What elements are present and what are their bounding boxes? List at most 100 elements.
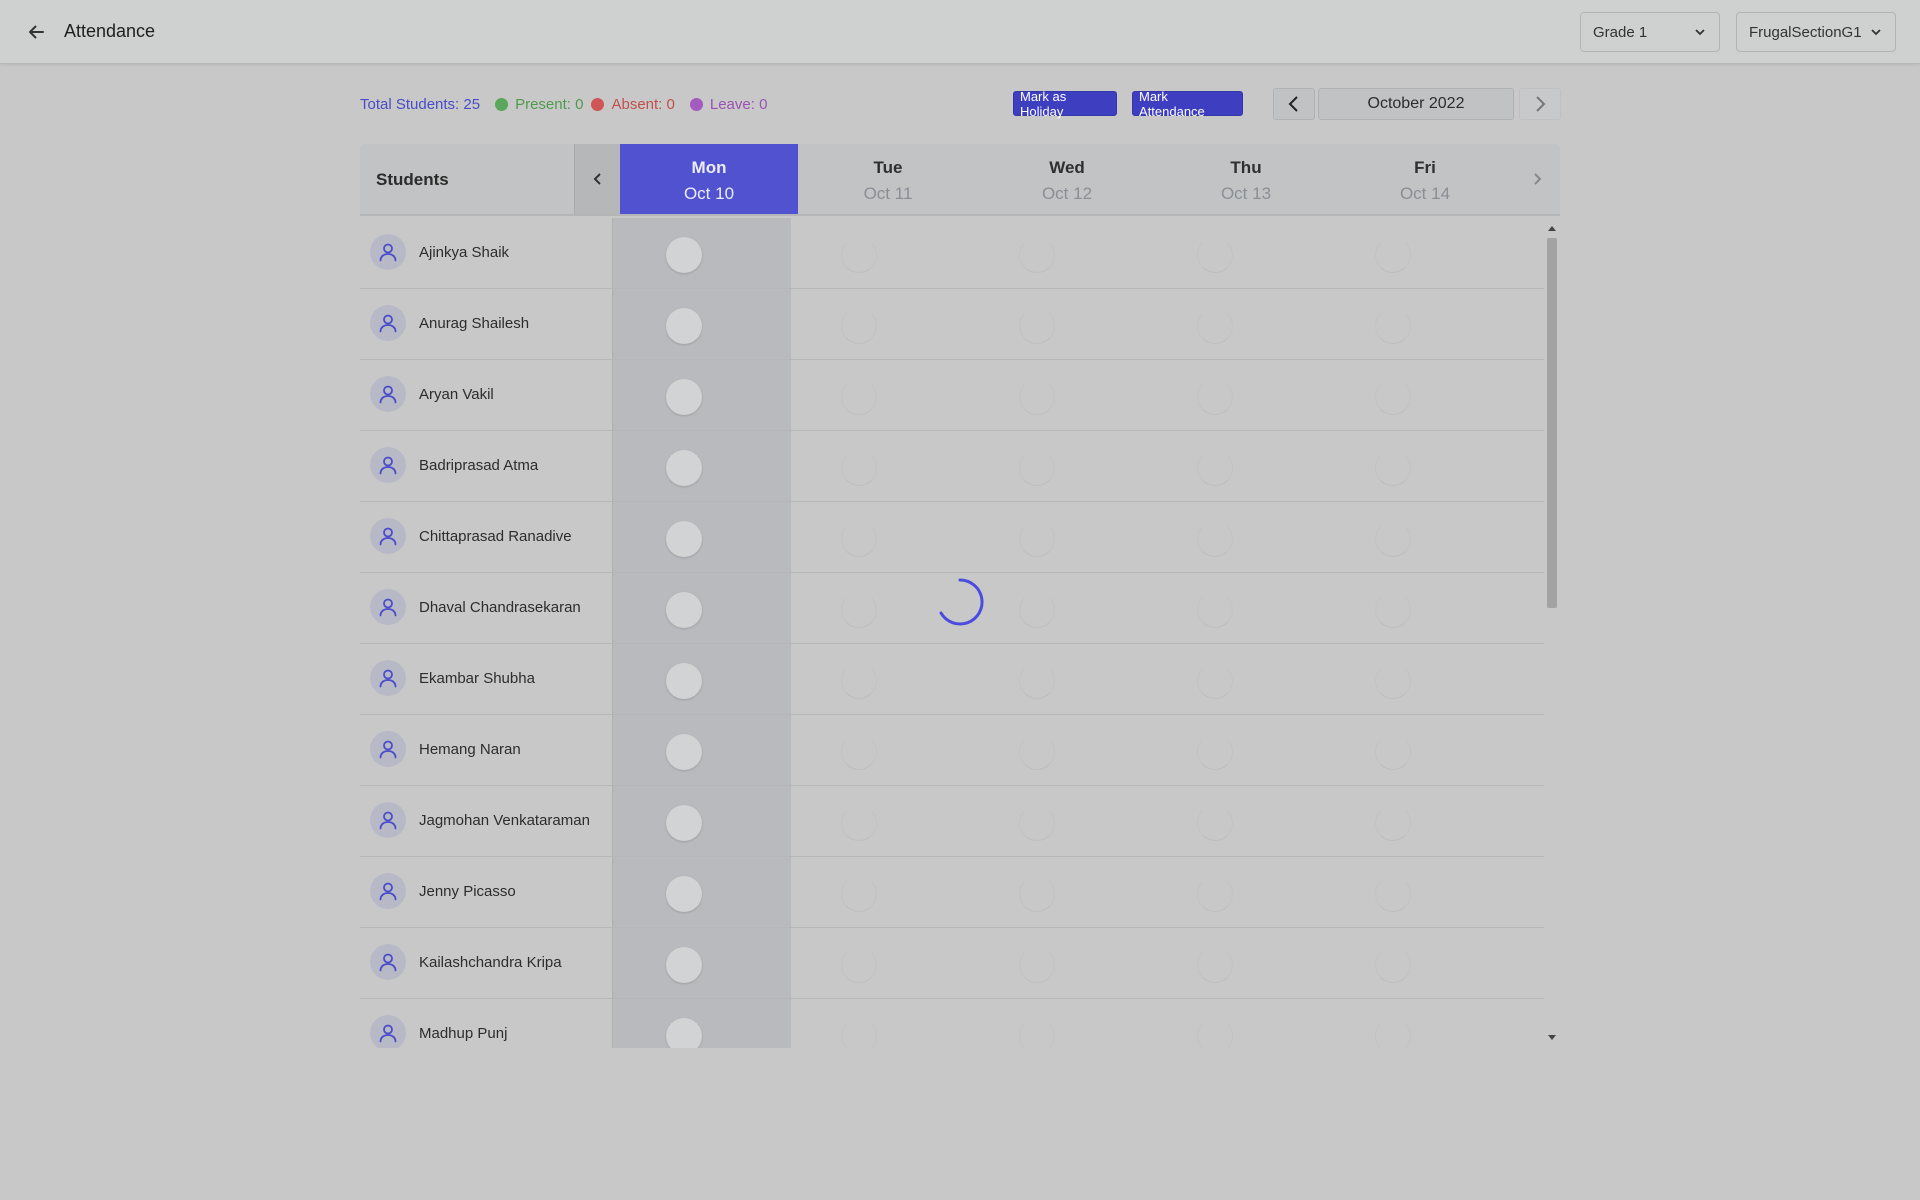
attendance-toggle-thu[interactable] [1197,805,1233,841]
grade-select[interactable]: Grade 1 [1580,12,1720,52]
attendance-toggle-mon[interactable] [666,805,702,841]
attendance-toggle-wed[interactable] [1019,947,1055,983]
student-name: Madhup Punj [419,1025,508,1042]
attendance-toggle-fri[interactable] [1375,308,1411,344]
scroll-down-button[interactable] [1546,1032,1558,1044]
student-row: Aryan Vakil [360,360,1544,431]
attendance-toggle-mon[interactable] [666,521,702,557]
attendance-toggle-mon[interactable] [666,876,702,912]
day-header-wed[interactable]: Wed Oct 12 [978,144,1156,214]
attendance-toggle-wed[interactable] [1019,1018,1055,1048]
day-date: Oct 11 [863,184,913,203]
mark-attendance-button[interactable]: Mark Attendance [1132,89,1243,119]
attendance-toggle-fri[interactable] [1375,1018,1411,1048]
student-row: Ekambar Shubha [360,644,1544,715]
attendance-toggle-fri[interactable] [1375,663,1411,699]
present-count: Present: 0 [515,95,584,113]
attendance-toggle-thu[interactable] [1197,1018,1233,1048]
attendance-toggle-fri[interactable] [1375,805,1411,841]
attendance-toggle-tue[interactable] [841,521,877,557]
scrollbar-thumb[interactable] [1547,238,1557,608]
chevron-right-icon [1534,173,1542,185]
attendance-toggle-wed[interactable] [1019,805,1055,841]
attendance-toggle-mon[interactable] [666,308,702,344]
attendance-toggle-fri[interactable] [1375,379,1411,415]
attendance-toggle-tue[interactable] [841,1018,877,1048]
attendance-toggle-wed[interactable] [1019,663,1055,699]
attendance-toggle-tue[interactable] [841,947,877,983]
attendance-toggle-wed[interactable] [1019,450,1055,486]
attendance-toggle-tue[interactable] [841,805,877,841]
attendance-toggle-thu[interactable] [1197,663,1233,699]
student-name: Dhaval Chandrasekaran [419,599,581,616]
scroll-up-button[interactable] [1546,222,1558,234]
attendance-toggle-thu[interactable] [1197,450,1233,486]
student-row: Hemang Naran [360,715,1544,786]
attendance-toggle-tue[interactable] [841,450,877,486]
attendance-toggle-mon[interactable] [666,450,702,486]
attendance-toggle-wed[interactable] [1019,379,1055,415]
attendance-toggle-wed[interactable] [1019,592,1055,628]
attendance-toggle-mon[interactable] [666,379,702,415]
section-select[interactable]: FrugalSectionG1 [1736,12,1896,52]
attendance-toggle-thu[interactable] [1197,592,1233,628]
back-button[interactable] [18,14,54,50]
attendance-toggle-tue[interactable] [841,663,877,699]
attendance-toggle-thu[interactable] [1197,521,1233,557]
day-header-fri[interactable]: Fri Oct 14 [1336,144,1514,214]
attendance-toggle-thu[interactable] [1197,308,1233,344]
attendance-toggle-fri[interactable] [1375,237,1411,273]
attendance-toggle-mon[interactable] [666,663,702,699]
attendance-toggle-tue[interactable] [841,876,877,912]
mark-holiday-button[interactable]: Mark as Holiday [1013,89,1117,119]
attendance-toggle-fri[interactable] [1375,592,1411,628]
attendance-toggle-thu[interactable] [1197,237,1233,273]
previous-month-button[interactable] [1273,88,1315,120]
attendance-toggle-mon[interactable] [666,947,702,983]
leave-count: Leave: 0 [709,95,768,113]
attendance-toggle-fri[interactable] [1375,947,1411,983]
attendance-toggle-tue[interactable] [841,734,877,770]
attendance-toggle-mon[interactable] [666,592,702,628]
attendance-toggle-wed[interactable] [1019,237,1055,273]
attendance-toggle-wed[interactable] [1019,308,1055,344]
day-name: Wed [1049,158,1085,177]
next-week-button[interactable] [1514,144,1560,214]
leave-dot-icon [689,97,703,111]
previous-week-button[interactable] [574,144,620,214]
student-name-cell: Chittaprasad Ranadive [360,502,613,572]
user-icon [370,944,406,980]
user-icon [370,305,406,341]
attendance-toggle-fri[interactable] [1375,521,1411,557]
attendance-toggle-tue[interactable] [841,237,877,273]
day-header-tue[interactable]: Tue Oct 11 [799,144,977,214]
attendance-toggle-tue[interactable] [841,308,877,344]
day-name: Thu [1230,158,1262,177]
attendance-toggle-wed[interactable] [1019,876,1055,912]
day-header-thu[interactable]: Thu Oct 13 [1157,144,1335,214]
attendance-toggle-mon[interactable] [666,237,702,273]
student-name-cell: Badriprasad Atma [360,431,613,501]
student-name-cell: Jenny Picasso [360,857,613,927]
user-icon [370,376,406,412]
grade-select-value: Grade 1 [1593,23,1648,41]
attendance-toggle-thu[interactable] [1197,947,1233,983]
attendance-toggle-wed[interactable] [1019,521,1055,557]
attendance-toggle-wed[interactable] [1019,734,1055,770]
day-header-mon[interactable]: Mon Oct 10 [620,144,798,214]
attendance-toggle-tue[interactable] [841,592,877,628]
attendance-toggle-fri[interactable] [1375,450,1411,486]
attendance-toggle-mon[interactable] [666,734,702,770]
attendance-toggle-thu[interactable] [1197,734,1233,770]
student-name-cell: Hemang Naran [360,715,613,785]
student-name: Hemang Naran [419,741,521,758]
total-students: Total Students: 25 [360,95,481,113]
attendance-toggle-thu[interactable] [1197,876,1233,912]
grid-body: Ajinkya Shaik Anurag Shailesh Aryan Vakil B… [360,218,1560,1048]
attendance-toggle-fri[interactable] [1375,876,1411,912]
next-month-button[interactable] [1519,88,1561,120]
attendance-toggle-fri[interactable] [1375,734,1411,770]
attendance-toggle-mon[interactable] [666,1018,702,1048]
attendance-toggle-thu[interactable] [1197,379,1233,415]
attendance-toggle-tue[interactable] [841,379,877,415]
